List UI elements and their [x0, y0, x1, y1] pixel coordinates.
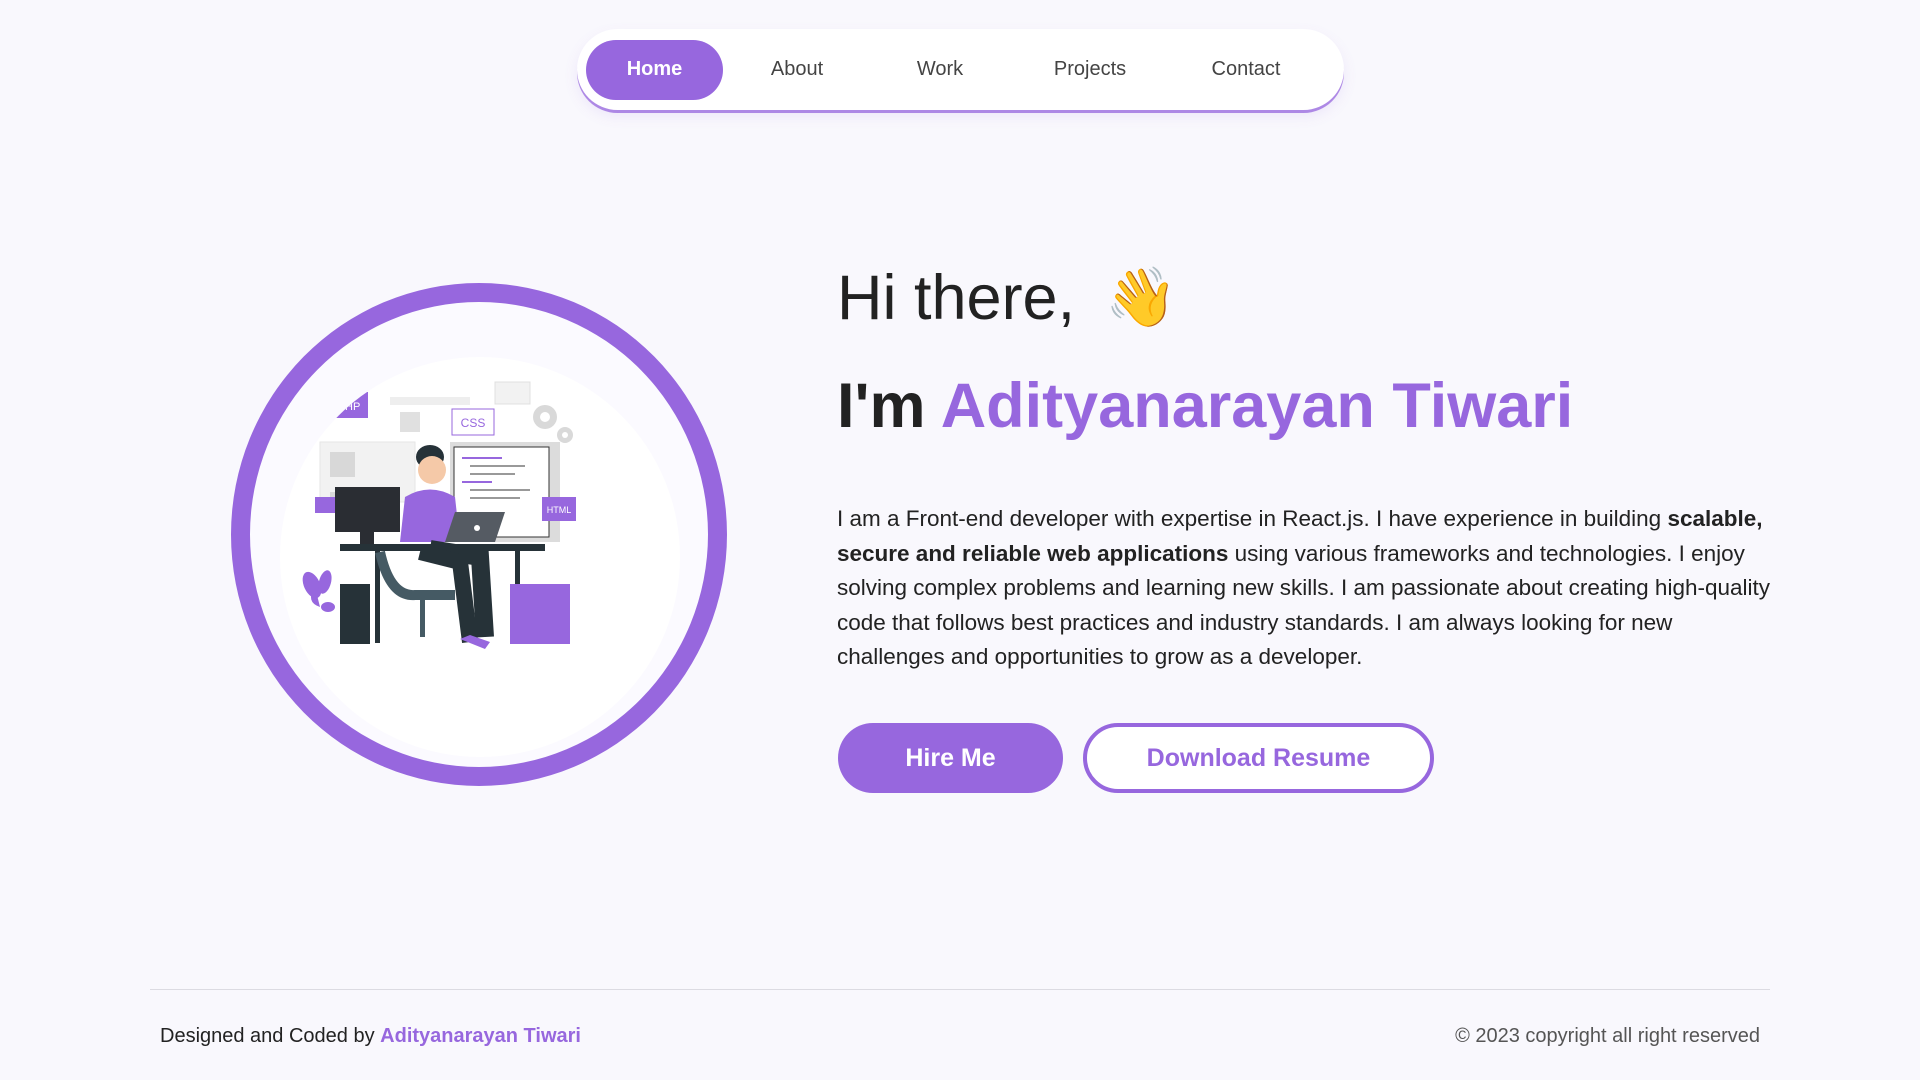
- footer-credit-name: Adityanarayan Tiwari: [380, 1025, 581, 1047]
- top-nav: Home About Work Projects Contact: [577, 29, 1344, 110]
- css-tag: CSS: [461, 416, 486, 430]
- hero-illustration-frame: PHP CSS HTML: [231, 283, 727, 786]
- greeting-heading: Hi there, 👋: [837, 262, 1177, 334]
- html-tag: HTML: [547, 505, 572, 515]
- download-resume-button[interactable]: Download Resume: [1083, 723, 1434, 793]
- intro-prefix: I'm: [837, 371, 926, 441]
- waving-hand-icon: 👋: [1105, 265, 1178, 330]
- hire-me-button[interactable]: Hire Me: [838, 723, 1063, 793]
- intro-heading: I'm Adityanarayan Tiwari: [837, 370, 1573, 442]
- footer-copyright: © 2023 copyright all right reserved: [1455, 1025, 1760, 1047]
- nav-home[interactable]: Home: [586, 39, 723, 100]
- footer-divider: [150, 989, 1770, 990]
- description-part1: I am a Front-end developer with expertis…: [837, 506, 1668, 531]
- php-tag: PHP: [338, 401, 361, 413]
- hero-illustration: PHP CSS HTML: [280, 357, 680, 757]
- developer-at-desk-illustration: PHP CSS HTML: [302, 381, 576, 649]
- intro-description: I am a Front-end developer with expertis…: [837, 502, 1772, 675]
- footer-credit-prefix: Designed and Coded by: [160, 1025, 375, 1047]
- nav-about[interactable]: About: [723, 40, 871, 100]
- footer-credit: Designed and Coded by Adityanarayan Tiwa…: [160, 1025, 581, 1048]
- nav-projects[interactable]: Projects: [1009, 40, 1171, 100]
- nav-work[interactable]: Work: [871, 40, 1009, 100]
- greeting-text: Hi there,: [837, 263, 1076, 333]
- nav-contact[interactable]: Contact: [1171, 40, 1321, 100]
- intro-name: Adityanarayan Tiwari: [940, 371, 1574, 441]
